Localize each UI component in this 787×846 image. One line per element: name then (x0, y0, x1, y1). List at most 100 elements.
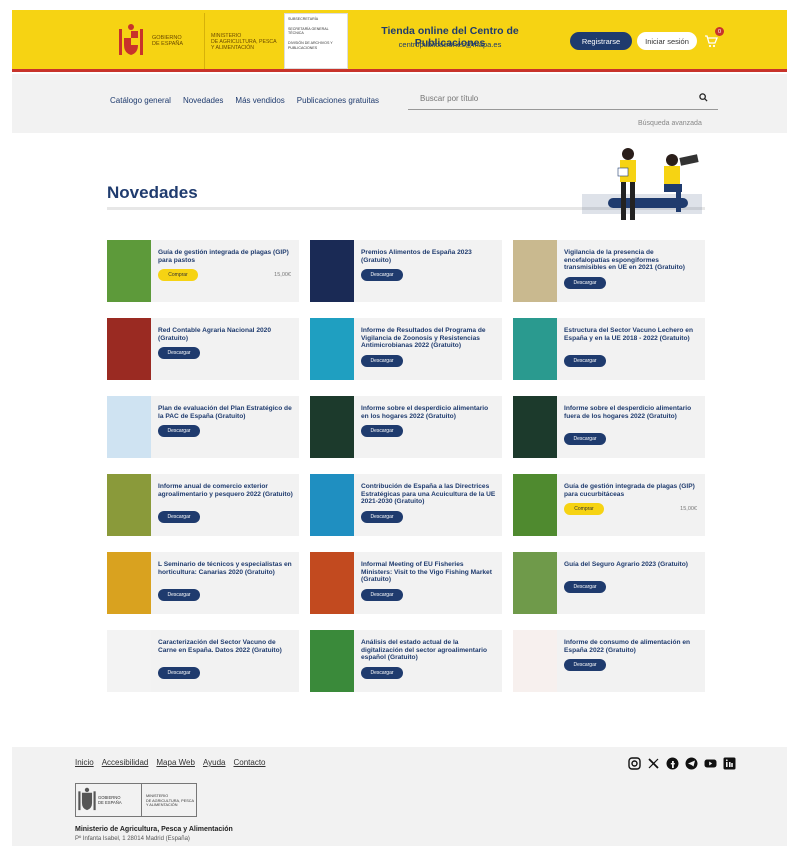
nav-mas-vendidos[interactable]: Más vendidos (235, 96, 284, 105)
footer-ministry-line3: Y ALIMENTACIÓN (146, 803, 178, 808)
publication-card[interactable]: Vigilancia de la presencia de encefalopa… (513, 240, 705, 302)
footer-link-mapa-web[interactable]: Mapa Web (156, 758, 195, 767)
download-button[interactable]: Descargar (361, 269, 403, 282)
download-button[interactable]: Descargar (158, 510, 200, 523)
publication-cover-image[interactable] (310, 240, 354, 302)
cart-icon[interactable] (704, 34, 718, 48)
youtube-icon[interactable] (704, 757, 717, 770)
publication-cover-image[interactable] (513, 552, 557, 614)
nav-novedades[interactable]: Novedades (183, 96, 223, 105)
linkedin-icon[interactable] (723, 757, 736, 770)
publication-cover-image[interactable] (513, 474, 557, 536)
publication-card[interactable]: L Seminario de técnicos y especialistas … (107, 552, 299, 614)
publication-card[interactable]: Plan de evaluación del Plan Estratégico … (107, 396, 299, 458)
publication-cover-image[interactable] (513, 318, 557, 380)
telegram-icon[interactable] (685, 757, 698, 770)
publication-title[interactable]: Premios Alimentos de España 2023 (Gratui… (361, 249, 496, 264)
publication-card[interactable]: Informe sobre el desperdicio alimentario… (310, 396, 502, 458)
facebook-icon[interactable] (666, 757, 679, 770)
register-button[interactable]: Registrarse (570, 32, 632, 50)
publication-card[interactable]: Informal Meeting of EU Fisheries Ministe… (310, 552, 502, 614)
login-button[interactable]: Iniciar sesión (637, 32, 697, 50)
publication-title[interactable]: Informe sobre el desperdicio alimentario… (564, 405, 699, 420)
publication-cover-image[interactable] (310, 474, 354, 536)
buy-button[interactable]: Comprar (158, 269, 198, 282)
download-button[interactable]: Descargar (564, 432, 606, 445)
download-button[interactable]: Descargar (361, 354, 403, 367)
footer-link-inicio[interactable]: Inicio (75, 758, 94, 767)
publication-cover-image[interactable] (107, 240, 151, 302)
download-button[interactable]: Descargar (564, 581, 606, 594)
publication-title[interactable]: L Seminario de técnicos y especialistas … (158, 561, 293, 576)
download-button[interactable]: Descargar (564, 354, 606, 367)
download-button[interactable]: Descargar (158, 425, 200, 438)
footer-link-contacto[interactable]: Contacto (233, 758, 265, 767)
publication-title[interactable]: Vigilancia de la presencia de encefalopa… (564, 249, 699, 272)
footer-link-ayuda[interactable]: Ayuda (203, 758, 226, 767)
publication-title[interactable]: Análisis del estado actual de la digital… (361, 639, 496, 662)
download-button[interactable]: Descargar (361, 425, 403, 438)
publication-title[interactable]: Informe sobre el desperdicio alimentario… (361, 405, 496, 420)
publication-card[interactable]: Guía del Seguro Agrario 2023 (Gratuito) D… (513, 552, 705, 614)
publication-title[interactable]: Informe de consumo de alimentación en Es… (564, 639, 699, 654)
publication-title[interactable]: Red Contable Agraria Nacional 2020 (Grat… (158, 327, 293, 342)
publication-card[interactable]: Caracterización del Sector Vacuno de Car… (107, 630, 299, 692)
download-button[interactable]: Descargar (564, 276, 606, 289)
search-input[interactable] (408, 88, 688, 109)
social-links (628, 757, 736, 770)
download-button[interactable]: Descargar (158, 666, 200, 679)
publication-card[interactable]: Informe anual de comercio exterior agroa… (107, 474, 299, 536)
publication-cover-image[interactable] (107, 552, 151, 614)
publication-cover-image[interactable] (107, 630, 151, 692)
nav-gratuitas[interactable]: Publicaciones gratuitas (297, 96, 379, 105)
download-button[interactable]: Descargar (361, 510, 403, 523)
publication-cover-image[interactable] (310, 396, 354, 458)
search-icon[interactable] (699, 93, 708, 102)
page-title: Novedades (107, 183, 198, 202)
publication-card[interactable]: Guía de gestión integrada de plagas (GIP… (513, 474, 705, 536)
footer-government-logo[interactable]: GOBIERNO DE ESPAÑA MINISTERIO DE AGRICUL… (75, 783, 197, 817)
publication-card[interactable]: Informe sobre el desperdicio alimentario… (513, 396, 705, 458)
publication-title[interactable]: Guía del Seguro Agrario 2023 (Gratuito) (564, 561, 699, 569)
instagram-icon[interactable] (628, 757, 641, 770)
download-button[interactable]: Descargar (564, 659, 606, 672)
nav-catalogo[interactable]: Catálogo general (110, 96, 171, 105)
download-button[interactable]: Descargar (361, 588, 403, 601)
government-logo[interactable]: GOBIERNO DE ESPAÑA MINISTERIO DE AGRICUL… (110, 13, 348, 69)
publication-title[interactable]: Caracterización del Sector Vacuno de Car… (158, 639, 293, 654)
download-button[interactable]: Descargar (361, 666, 403, 679)
publication-cover-image[interactable] (513, 630, 557, 692)
publication-cover-image[interactable] (513, 240, 557, 302)
publication-card[interactable]: Informe de consumo de alimentación en Es… (513, 630, 705, 692)
publication-title[interactable]: Informal Meeting of EU Fisheries Ministe… (361, 561, 496, 584)
publication-card[interactable]: Guía de gestión integrada de plagas (GIP… (107, 240, 299, 302)
publication-card[interactable]: Red Contable Agraria Nacional 2020 (Grat… (107, 318, 299, 380)
publication-title[interactable]: Informe de Resultados del Programa de Vi… (361, 327, 496, 350)
publication-card[interactable]: Premios Alimentos de España 2023 (Gratui… (310, 240, 502, 302)
store-email[interactable]: centropublicaciones@mapa.es (350, 40, 550, 49)
publication-card[interactable]: Análisis del estado actual de la digital… (310, 630, 502, 692)
publication-title[interactable]: Informe anual de comercio exterior agroa… (158, 483, 293, 498)
x-icon[interactable] (647, 757, 660, 770)
publication-card[interactable]: Contribución de España a las Directrices… (310, 474, 502, 536)
footer-link-accesibilidad[interactable]: Accesibilidad (102, 758, 149, 767)
buy-button[interactable]: Comprar (564, 503, 604, 516)
publication-title[interactable]: Estructura del Sector Vacuno Lechero en … (564, 327, 699, 342)
download-button[interactable]: Descargar (158, 588, 200, 601)
publication-cover-image[interactable] (310, 552, 354, 614)
publication-card[interactable]: Informe de Resultados del Programa de Vi… (310, 318, 502, 380)
publication-title[interactable]: Guía de gestión integrada de plagas (GIP… (158, 249, 293, 264)
publication-cover-image[interactable] (107, 396, 151, 458)
publication-cover-image[interactable] (107, 474, 151, 536)
ministry-logo-text: MINISTERIO DE AGRICULTURA, PESCA Y ALIME… (204, 13, 284, 69)
publication-title[interactable]: Contribución de España a las Directrices… (361, 483, 496, 506)
publication-card[interactable]: Estructura del Sector Vacuno Lechero en … (513, 318, 705, 380)
download-button[interactable]: Descargar (158, 347, 200, 360)
publication-cover-image[interactable] (310, 630, 354, 692)
advanced-search-link[interactable]: Búsqueda avanzada (638, 120, 702, 127)
publication-title[interactable]: Plan de evaluación del Plan Estratégico … (158, 405, 293, 420)
publication-cover-image[interactable] (513, 396, 557, 458)
publication-cover-image[interactable] (107, 318, 151, 380)
publication-title[interactable]: Guía de gestión integrada de plagas (GIP… (564, 483, 699, 498)
publication-cover-image[interactable] (310, 318, 354, 380)
